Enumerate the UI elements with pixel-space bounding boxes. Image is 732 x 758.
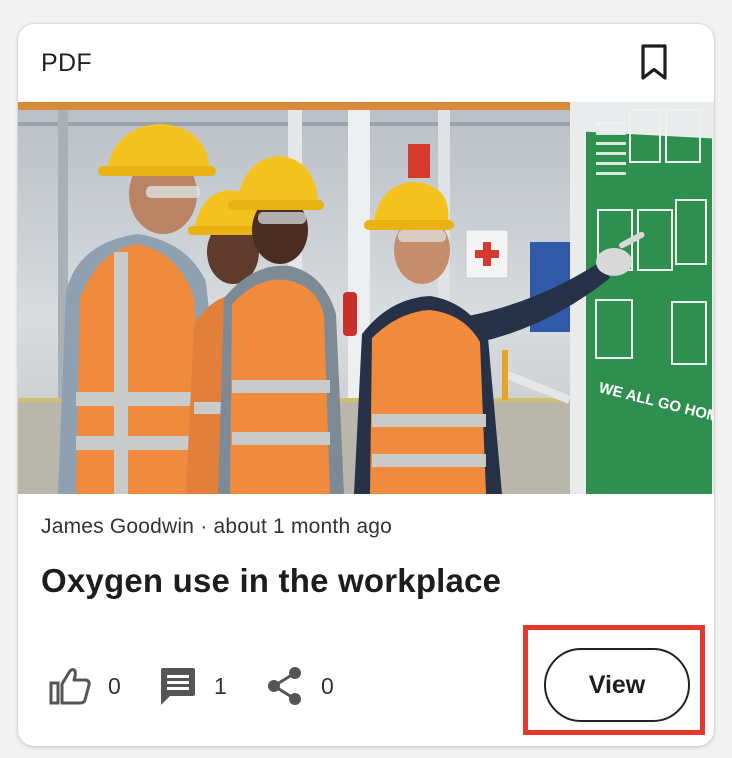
share-count: 0 <box>321 672 334 699</box>
card-title: Oxygen use in the workplace <box>41 562 502 599</box>
like-button[interactable]: 0 <box>48 664 121 708</box>
post-meta: James Goodwin · about 1 month ago <box>41 515 392 539</box>
thumb-up-icon <box>48 666 92 706</box>
meta-separator: · <box>200 515 208 538</box>
view-button[interactable]: View <box>544 648 690 722</box>
content-type-label: PDF <box>41 49 92 77</box>
comment-count: 1 <box>214 672 227 699</box>
comment-button[interactable]: 1 <box>158 664 227 708</box>
bookmark-icon[interactable] <box>634 42 674 82</box>
comment-icon <box>158 666 198 706</box>
share-button[interactable]: 0 <box>265 664 334 708</box>
author-name: James Goodwin <box>41 515 195 538</box>
hero-image: WE ALL GO HOME SAFE <box>18 102 714 494</box>
post-time: about 1 month ago <box>213 515 393 538</box>
like-count: 0 <box>108 672 121 699</box>
share-icon <box>265 666 305 706</box>
content-card: PDF WE ALL GO HOME James Goodwin · about… <box>18 24 714 746</box>
card-header: PDF <box>18 24 714 102</box>
